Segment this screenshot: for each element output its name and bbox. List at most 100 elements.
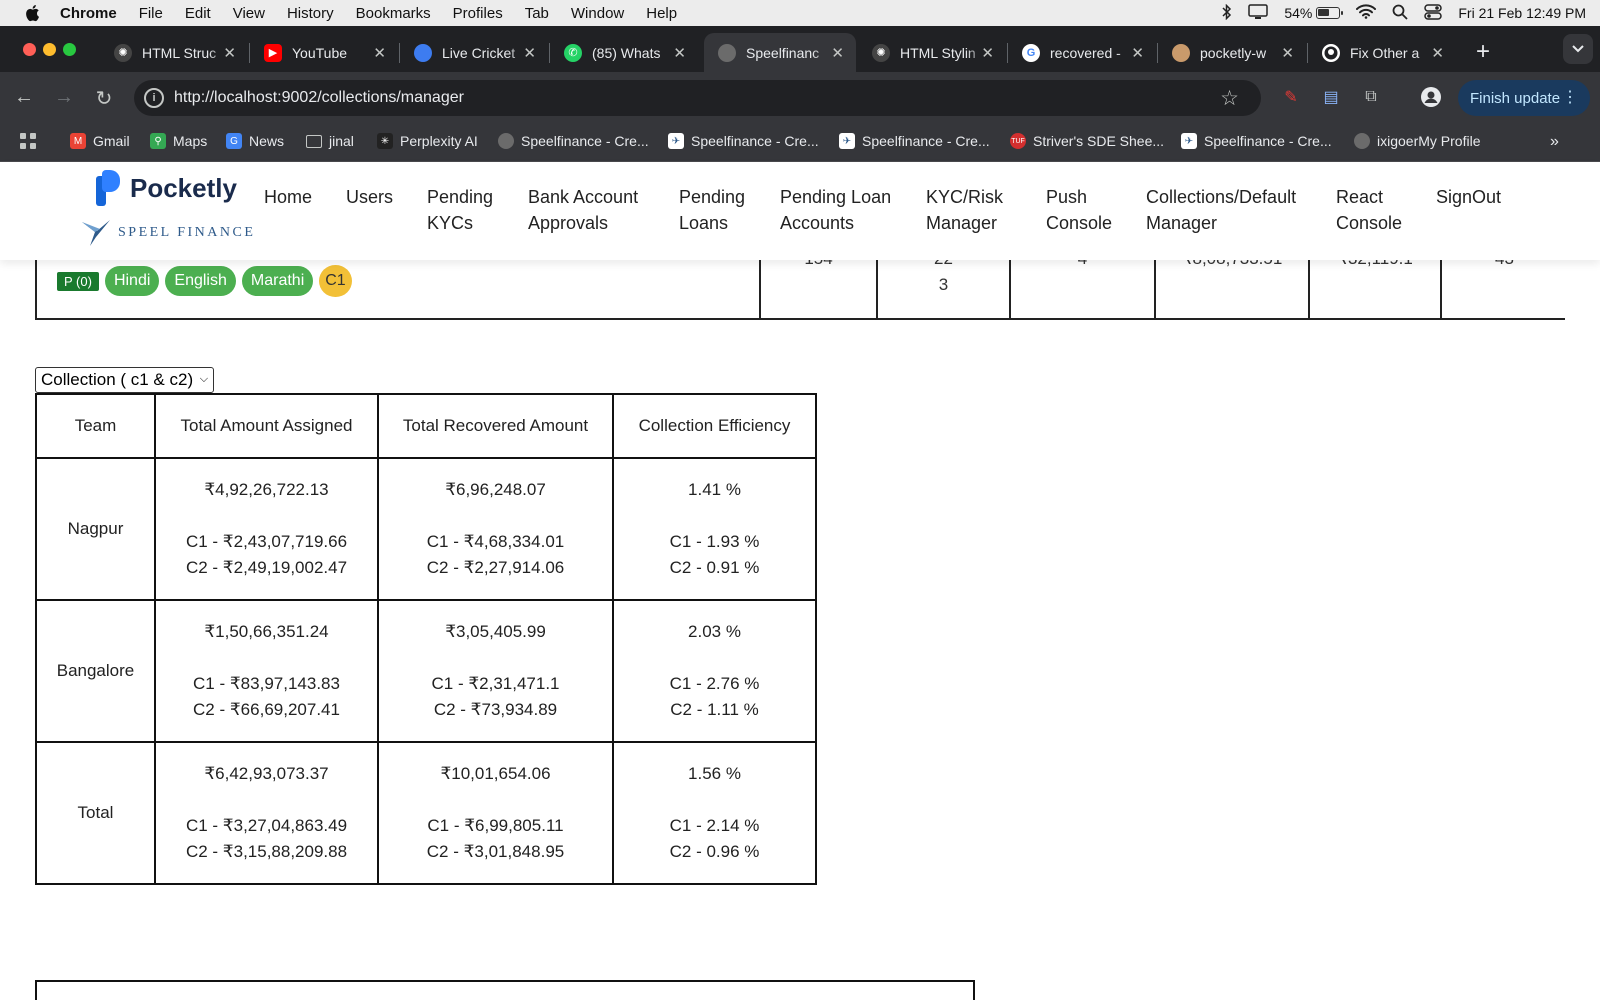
clock[interactable]: Fri 21 Feb 12:49 PM (1458, 5, 1586, 21)
recovered-cell: ₹10,01,654.06 C1 - ₹6,99,805.11 C2 - ₹3,01… (377, 741, 614, 885)
nav-signout[interactable]: SignOut (1436, 184, 1501, 210)
page-content: P (0) Hindi English Marathi C1 154 22 3 … (0, 260, 1600, 1000)
menu-window[interactable]: Window (571, 5, 624, 22)
new-tab-button[interactable]: + (1476, 38, 1490, 66)
value-c2: C2 - ₹3,15,88,209.88 (185, 842, 348, 861)
forward-button[interactable]: → (52, 86, 76, 109)
nav-label: Bank Account (528, 187, 639, 207)
more-menu-icon: ⋮ (1562, 89, 1578, 106)
tab-search-button[interactable] (1563, 34, 1593, 64)
nav-users[interactable]: Users (346, 184, 393, 210)
nav-label: Manager (926, 213, 998, 233)
spotlight-search-icon[interactable] (1392, 4, 1409, 23)
menu-file[interactable]: File (139, 5, 163, 22)
tab-whatsapp[interactable]: ✆ (85) Whats ✕ (550, 33, 698, 72)
nav-pending-kycs[interactable]: Pending KYCs (427, 184, 493, 236)
bookmark-striver[interactable]: TUF Striver's SDE Shee... (1010, 133, 1164, 149)
bookmark-speelfinance-4[interactable]: ✈ Speelfinance - Cre... (1181, 133, 1332, 149)
reload-button[interactable]: ↻ (92, 86, 116, 111)
bookmark-news[interactable]: G News (226, 133, 284, 149)
close-icon[interactable]: ✕ (223, 44, 236, 62)
back-button[interactable]: ← (12, 86, 36, 109)
nav-label: Pending (427, 187, 494, 207)
docs-extension-icon[interactable]: ▤ (1320, 86, 1342, 108)
close-icon[interactable]: ✕ (831, 44, 844, 62)
bookmark-gmail[interactable]: M Gmail (70, 133, 130, 149)
menu-history[interactable]: History (287, 5, 334, 22)
tab-speelfinance-active[interactable]: Speelfinanc ✕ (704, 33, 856, 72)
pocketly-logo[interactable]: Pocketly (96, 170, 237, 206)
nav-collections-default-manager[interactable]: Collections/Default Manager (1146, 184, 1296, 236)
nav-pending-loans[interactable]: Pending Loans (679, 184, 745, 236)
close-icon[interactable]: ✕ (673, 44, 686, 62)
menu-tab[interactable]: Tab (525, 5, 549, 22)
tab-html-styling[interactable]: ✺ HTML Stylin ✕ (858, 33, 1006, 72)
value-c1: C1 - ₹6,99,805.11 (427, 816, 564, 835)
tab-pocketly[interactable]: pocketly-w ✕ (1158, 33, 1306, 72)
apps-grid-icon[interactable] (20, 133, 36, 149)
menu-profiles[interactable]: Profiles (453, 5, 503, 22)
maps-icon: ⚲ (150, 133, 166, 149)
apple-icon[interactable] (22, 3, 42, 23)
value-c1: C1 - 2.76 % (669, 674, 760, 693)
tag-language-marathi: Marathi (241, 266, 314, 296)
bookmark-star-icon[interactable]: ☆ (1220, 86, 1239, 111)
bluetooth-icon[interactable] (1222, 3, 1232, 23)
bookmark-ixigo[interactable]: ixigoerMy Profile (1354, 133, 1480, 149)
menu-app-name[interactable]: Chrome (60, 5, 117, 22)
bookmark-perplexity[interactable]: ✳ Perplexity AI (377, 133, 478, 149)
collection-type-select[interactable]: Collection ( c1 & c2) ⌵ (35, 367, 215, 393)
globe-icon (718, 43, 736, 62)
close-icon[interactable]: ✕ (981, 44, 994, 62)
nav-home[interactable]: Home (264, 184, 312, 210)
team-cell: Nagpur (35, 457, 156, 601)
profile-avatar-icon[interactable] (1420, 86, 1442, 108)
maximize-window-button[interactable] (63, 43, 76, 56)
marker-extension-icon[interactable]: ✎ (1280, 86, 1302, 108)
display-icon[interactable] (1248, 3, 1269, 23)
url-text[interactable]: http://localhost:9002/collections/manage… (174, 89, 464, 107)
nav-pending-loan-accounts[interactable]: Pending Loan Accounts (780, 184, 891, 236)
nav-label: Users (346, 187, 394, 207)
close-icon[interactable]: ✕ (523, 44, 536, 62)
tab-youtube[interactable]: ▶ YouTube ✕ (250, 33, 398, 72)
close-icon[interactable]: ✕ (1131, 44, 1144, 62)
control-center-icon[interactable] (1424, 3, 1443, 23)
menu-edit[interactable]: Edit (185, 5, 211, 22)
wifi-icon[interactable] (1356, 4, 1377, 22)
nav-label: Push (1046, 187, 1088, 207)
bookmarks-bar: M Gmail ⚲ Maps G News jinal ✳ Perplexity AI … (0, 124, 1600, 162)
nav-label: Home (264, 187, 313, 207)
bookmark-folder-jinal[interactable]: jinal (306, 133, 354, 149)
tab-html-structure[interactable]: ✺ HTML Struc ✕ (100, 33, 248, 72)
menu-help[interactable]: Help (646, 5, 677, 22)
battery-status[interactable]: 54% (1284, 5, 1344, 21)
nav-bank-account-approvals[interactable]: Bank Account Approvals (528, 184, 638, 236)
close-icon[interactable]: ✕ (1281, 44, 1294, 62)
minimize-window-button[interactable] (43, 43, 56, 56)
extensions-puzzle-icon[interactable]: ⧉ (1360, 86, 1382, 108)
partner-name: SPEEL FINANCE (118, 225, 256, 240)
nav-push-console[interactable]: Push Console (1046, 184, 1112, 236)
youtube-icon: ▶ (264, 43, 282, 62)
menu-bookmarks[interactable]: Bookmarks (356, 5, 431, 22)
more-bookmarks-icon[interactable]: » (1550, 133, 1559, 151)
tab-live-cricket[interactable]: Live Cricket ✕ (400, 33, 548, 72)
close-icon[interactable]: ✕ (373, 44, 386, 62)
bookmark-speelfinance-1[interactable]: Speelfinance - Cre... (498, 133, 649, 149)
menu-view[interactable]: View (233, 5, 265, 22)
bookmark-maps[interactable]: ⚲ Maps (150, 133, 207, 149)
site-info-icon[interactable]: i (144, 88, 164, 108)
nav-react-console[interactable]: React Console (1336, 184, 1402, 236)
nav-label: Pending Loan (780, 187, 892, 207)
finish-update-button[interactable]: Finish update ⋮ (1458, 80, 1590, 116)
nav-kyc-risk-manager[interactable]: KYC/Risk Manager (926, 184, 1003, 236)
close-window-button[interactable] (23, 43, 36, 56)
bookmark-speelfinance-3[interactable]: ✈ Speelfinance - Cre... (839, 133, 990, 149)
tab-github[interactable]: Fix Other a ✕ (1308, 33, 1456, 72)
bookmark-speelfinance-2[interactable]: ✈ Speelfinance - Cre... (668, 133, 819, 149)
value-c1: C1 - ₹3,27,04,863.49 (185, 816, 348, 835)
tab-google-recovered[interactable]: G recovered - ✕ (1008, 33, 1156, 72)
close-icon[interactable]: ✕ (1431, 44, 1444, 62)
address-bar[interactable]: i http://localhost:9002/collections/mana… (134, 80, 1261, 116)
